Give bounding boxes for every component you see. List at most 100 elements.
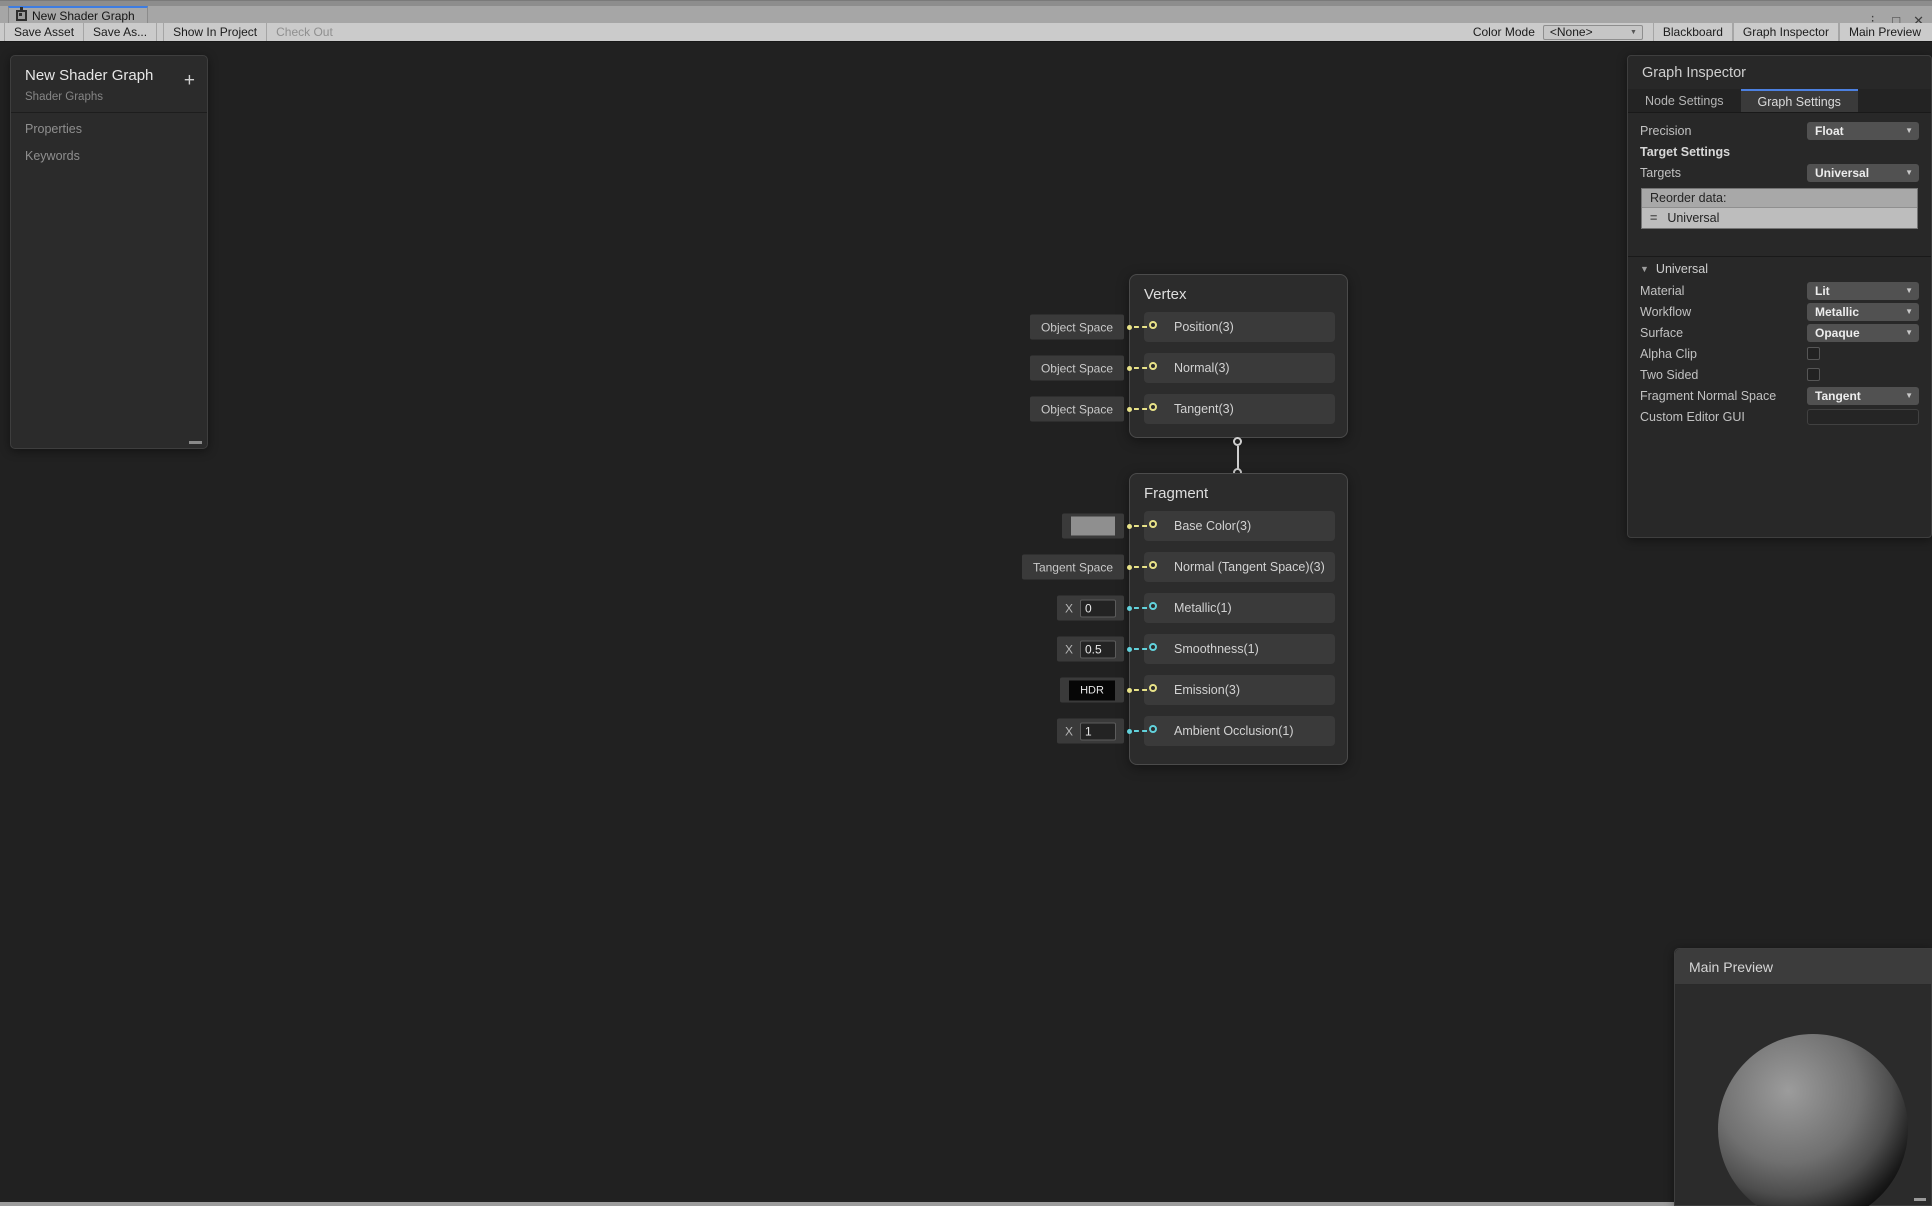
tangent-space-dropdown[interactable]: Object Space (1030, 397, 1124, 422)
fragment-node[interactable]: Fragment Base Color(3) Tangent Space Nor… (1129, 473, 1348, 765)
universal-foldout[interactable]: ▼ Universal (1640, 257, 1919, 280)
main-preview-viewport (1675, 985, 1931, 1205)
smoothness-input[interactable] (1080, 640, 1116, 658)
chevron-down-icon: ▼ (1905, 328, 1913, 337)
custom-editor-gui-label: Custom Editor GUI (1640, 410, 1807, 424)
color-mode-label: Color Mode (1473, 25, 1543, 39)
position-space-dropdown[interactable]: Object Space (1030, 315, 1124, 340)
surface-dropdown[interactable]: Opaque ▼ (1807, 324, 1919, 342)
chevron-down-icon: ▼ (1905, 391, 1913, 400)
show-in-project-button[interactable]: Show In Project (163, 23, 267, 41)
normal-space-dropdown[interactable]: Object Space (1030, 356, 1124, 381)
chevron-down-icon: ▼ (1905, 307, 1913, 316)
blackboard-header: New Shader Graph Shader Graphs + (11, 56, 207, 113)
blackboard-title[interactable]: New Shader Graph (25, 67, 193, 84)
blackboard-section-keywords[interactable]: Keywords (11, 140, 207, 167)
port-ambient-occlusion[interactable] (1149, 725, 1157, 733)
precision-label: Precision (1640, 124, 1807, 138)
vertex-node[interactable]: Vertex Object Space Position(3) Object S… (1129, 274, 1348, 438)
fragment-row-base-color: Base Color(3) (1144, 511, 1335, 541)
fragment-normal-space-label: Fragment Normal Space (1640, 389, 1807, 403)
blackboard-toggle-button[interactable]: Blackboard (1653, 23, 1733, 41)
vertex-row-tangent: Object Space Tangent(3) (1144, 394, 1335, 424)
port-label: Position(3) (1174, 320, 1234, 334)
port-stub-icon (1127, 688, 1132, 693)
precision-dropdown[interactable]: Float ▼ (1807, 122, 1919, 140)
main-preview-toggle-button[interactable]: Main Preview (1839, 23, 1930, 41)
workflow-dropdown[interactable]: Metallic ▼ (1807, 303, 1919, 321)
normal-space-dropdown[interactable]: Tangent Space (1022, 555, 1124, 580)
preview-sphere[interactable] (1718, 1034, 1908, 1206)
surface-row: Surface Opaque ▼ (1640, 322, 1919, 343)
main-preview-header[interactable]: Main Preview (1675, 949, 1931, 985)
graph-inspector-panel: Graph Inspector Node Settings Graph Sett… (1627, 55, 1932, 538)
port-wire (1134, 367, 1147, 369)
workflow-label: Workflow (1640, 305, 1807, 319)
targets-dropdown[interactable]: Universal ▼ (1807, 164, 1919, 182)
port-stub-icon (1127, 407, 1132, 412)
port-label: Ambient Occlusion(1) (1174, 724, 1294, 738)
port-tangent[interactable] (1149, 403, 1157, 411)
workflow-value: Metallic (1815, 305, 1859, 319)
chevron-down-icon: ▼ (1905, 168, 1913, 177)
vertex-fragment-edge[interactable] (1237, 446, 1239, 470)
shader-graph-window: New Shader Graph ⋮ □ ✕ Save Asset Save A… (0, 0, 1932, 1206)
fragment-row-smoothness: X Smoothness(1) (1144, 634, 1335, 664)
port-wire (1134, 525, 1147, 527)
port-normal[interactable] (1149, 362, 1157, 370)
port-label: Metallic(1) (1174, 601, 1232, 615)
document-tab-bar: New Shader Graph ⋮ □ ✕ (0, 6, 1932, 23)
emission-color-chip: HDR (1060, 678, 1124, 703)
edge-output-cap[interactable] (1233, 437, 1242, 446)
fragment-row-normal: Tangent Space Normal (Tangent Space)(3) (1144, 552, 1335, 582)
vertex-node-title: Vertex (1130, 275, 1347, 312)
reorder-item-universal[interactable]: = Universal (1642, 207, 1917, 228)
port-wire (1134, 408, 1147, 410)
tab-new-shader-graph[interactable]: New Shader Graph (8, 6, 148, 23)
tab-node-settings[interactable]: Node Settings (1628, 89, 1741, 112)
alpha-clip-row: Alpha Clip (1640, 343, 1919, 364)
port-stub-icon (1127, 606, 1132, 611)
ambient-occlusion-value-chip: X (1057, 719, 1124, 744)
fragment-row-metallic: X Metallic(1) (1144, 593, 1335, 623)
port-emission[interactable] (1149, 684, 1157, 692)
port-normal-tangent-space[interactable] (1149, 561, 1157, 569)
tab-graph-settings[interactable]: Graph Settings (1741, 89, 1858, 112)
metallic-input[interactable] (1080, 599, 1116, 617)
main-preview-resize-handle[interactable] (1914, 1198, 1926, 1201)
reorder-data-header: Reorder data: (1642, 189, 1917, 207)
color-mode-value: <None> (1550, 25, 1593, 39)
save-as-button[interactable]: Save As... (84, 23, 157, 41)
ambient-occlusion-input[interactable] (1080, 722, 1116, 740)
two-sided-checkbox[interactable] (1807, 368, 1820, 381)
fragment-normal-space-dropdown[interactable]: Tangent ▼ (1807, 387, 1919, 405)
x-component-label: X (1065, 601, 1073, 615)
check-out-button[interactable]: Check Out (267, 23, 342, 41)
hdr-color-swatch[interactable]: HDR (1069, 680, 1115, 700)
port-label: Normal(3) (1174, 361, 1230, 375)
blackboard-resize-handle[interactable] (189, 441, 202, 444)
port-label: Emission(3) (1174, 683, 1240, 697)
custom-editor-gui-field[interactable] (1807, 409, 1919, 425)
chevron-down-icon: ▼ (1905, 286, 1913, 295)
color-swatch[interactable] (1071, 517, 1115, 536)
alpha-clip-checkbox[interactable] (1807, 347, 1820, 360)
vertex-row-position: Object Space Position(3) (1144, 312, 1335, 342)
main-preview-panel: Main Preview (1674, 948, 1932, 1206)
add-property-button[interactable]: + (184, 71, 195, 90)
material-dropdown[interactable]: Lit ▼ (1807, 282, 1919, 300)
targets-row: Targets Universal ▼ (1640, 162, 1919, 183)
chevron-down-icon: ▼ (1905, 126, 1913, 135)
fragment-normal-space-row: Fragment Normal Space Tangent ▼ (1640, 385, 1919, 406)
toolbar: Save Asset Save As... Show In Project Ch… (0, 23, 1932, 42)
port-metallic[interactable] (1149, 602, 1157, 610)
x-component-label: X (1065, 724, 1073, 738)
fragment-row-ambient-occlusion: X Ambient Occlusion(1) (1144, 716, 1335, 746)
port-smoothness[interactable] (1149, 643, 1157, 651)
port-base-color[interactable] (1149, 520, 1157, 528)
blackboard-section-properties[interactable]: Properties (11, 113, 207, 140)
port-position[interactable] (1149, 321, 1157, 329)
save-asset-button[interactable]: Save Asset (4, 23, 84, 41)
graph-inspector-toggle-button[interactable]: Graph Inspector (1733, 23, 1839, 41)
color-mode-dropdown[interactable]: <None> ▼ (1543, 25, 1643, 40)
